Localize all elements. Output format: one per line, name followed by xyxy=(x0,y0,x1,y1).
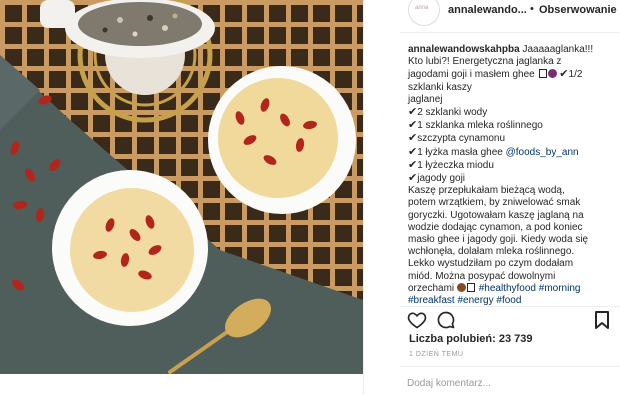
likes-count[interactable]: Liczba polubień: 23 739 xyxy=(409,333,532,345)
emoji-box-icon xyxy=(466,282,475,292)
caption-text: Lekko wystudziłam po czym dodałam xyxy=(408,258,574,270)
comment-divider xyxy=(400,366,620,367)
follow-button[interactable]: Obserwowanie xyxy=(539,4,617,16)
post-photo-illustration xyxy=(0,0,363,374)
check-icon: ✔ xyxy=(559,68,569,81)
caption-text: 1 łyżka masła ghee xyxy=(417,146,503,158)
check-icon: ✔ xyxy=(408,119,418,132)
profile-avatar-icon[interactable]: anna xyxy=(408,0,440,26)
caption-text: 2 szklanki wody xyxy=(417,107,488,119)
caption-text: orzechami xyxy=(408,282,455,294)
caption-text: 1 szklanka mleka roślinnego xyxy=(417,120,543,132)
caption-text: wodzie dodając cynamon, a pod koniec xyxy=(408,221,583,233)
caption-text: szczypta cynamonu xyxy=(417,133,506,145)
post-image[interactable] xyxy=(0,0,363,374)
post-caption: annalewandowskahpba Jaaaaaglanka!!! Kto … xyxy=(408,44,613,307)
comment-input[interactable] xyxy=(407,375,612,391)
caption-text: szklanki kaszy xyxy=(408,81,472,93)
emoji-box-icon xyxy=(538,69,547,79)
check-icon: ✔ xyxy=(408,158,418,171)
caption-text: goryczki. Ugotowałam kaszę jaglaną na xyxy=(408,209,584,221)
caption-text: potem wrzątkiem, by zniwelować smak xyxy=(408,197,581,209)
caption-text: masło ghee i jagody goji. Kiedy woda się xyxy=(408,234,589,246)
caption-text: Jaaaaaglanka!!! xyxy=(522,44,594,55)
caption-text: jaglanej xyxy=(408,93,443,105)
caption-author[interactable]: annalewandowskahpba xyxy=(408,44,520,55)
check-icon: ✔ xyxy=(408,172,418,185)
header-dot-separator: • xyxy=(530,3,534,15)
post-username[interactable]: annalewando... xyxy=(448,4,527,16)
hashtag-link[interactable]: #healthyfood #morning xyxy=(479,283,581,294)
post-header: anna annalewando... • Obserwowanie xyxy=(400,0,620,30)
post-timestamp[interactable]: 1 DZIEŃ TEMU xyxy=(409,351,464,358)
check-icon: ✔ xyxy=(408,106,418,119)
caption-text: wchłonęła, dolałam mleka roślinnego. xyxy=(408,246,575,258)
check-icon: ✔ xyxy=(408,132,418,145)
grape-emoji-icon xyxy=(547,69,557,79)
header-divider xyxy=(400,32,620,33)
caption-text: jagody goji xyxy=(417,173,466,185)
coconut-emoji-icon xyxy=(456,282,466,292)
check-icon: ✔ xyxy=(408,145,418,158)
caption-text: jagodami goji i masłem ghee xyxy=(408,69,535,81)
caption-text: miód. Można posypać dowolnymi xyxy=(408,270,556,282)
vertical-divider xyxy=(363,0,364,395)
bookmark-icon[interactable] xyxy=(594,310,610,330)
hashtag-link[interactable]: #breakfast #energy #food xyxy=(408,295,521,306)
actions-divider xyxy=(400,306,620,307)
caption-text: 1/2 xyxy=(568,69,583,81)
caption-text: Kto lubi?! Energetyczna jaglanka z xyxy=(408,56,562,68)
comment-icon[interactable] xyxy=(436,310,456,330)
porridge-bowl-right xyxy=(208,66,356,214)
mention-link[interactable]: @foods_by_ann xyxy=(506,147,579,158)
caption-text: Kaszę przepłukałam bieżącą wodą, xyxy=(408,185,565,197)
caption-text: 1 łyżeczka miodu xyxy=(417,159,494,171)
heart-icon[interactable] xyxy=(407,310,427,330)
porridge-bowl-left xyxy=(52,170,208,326)
